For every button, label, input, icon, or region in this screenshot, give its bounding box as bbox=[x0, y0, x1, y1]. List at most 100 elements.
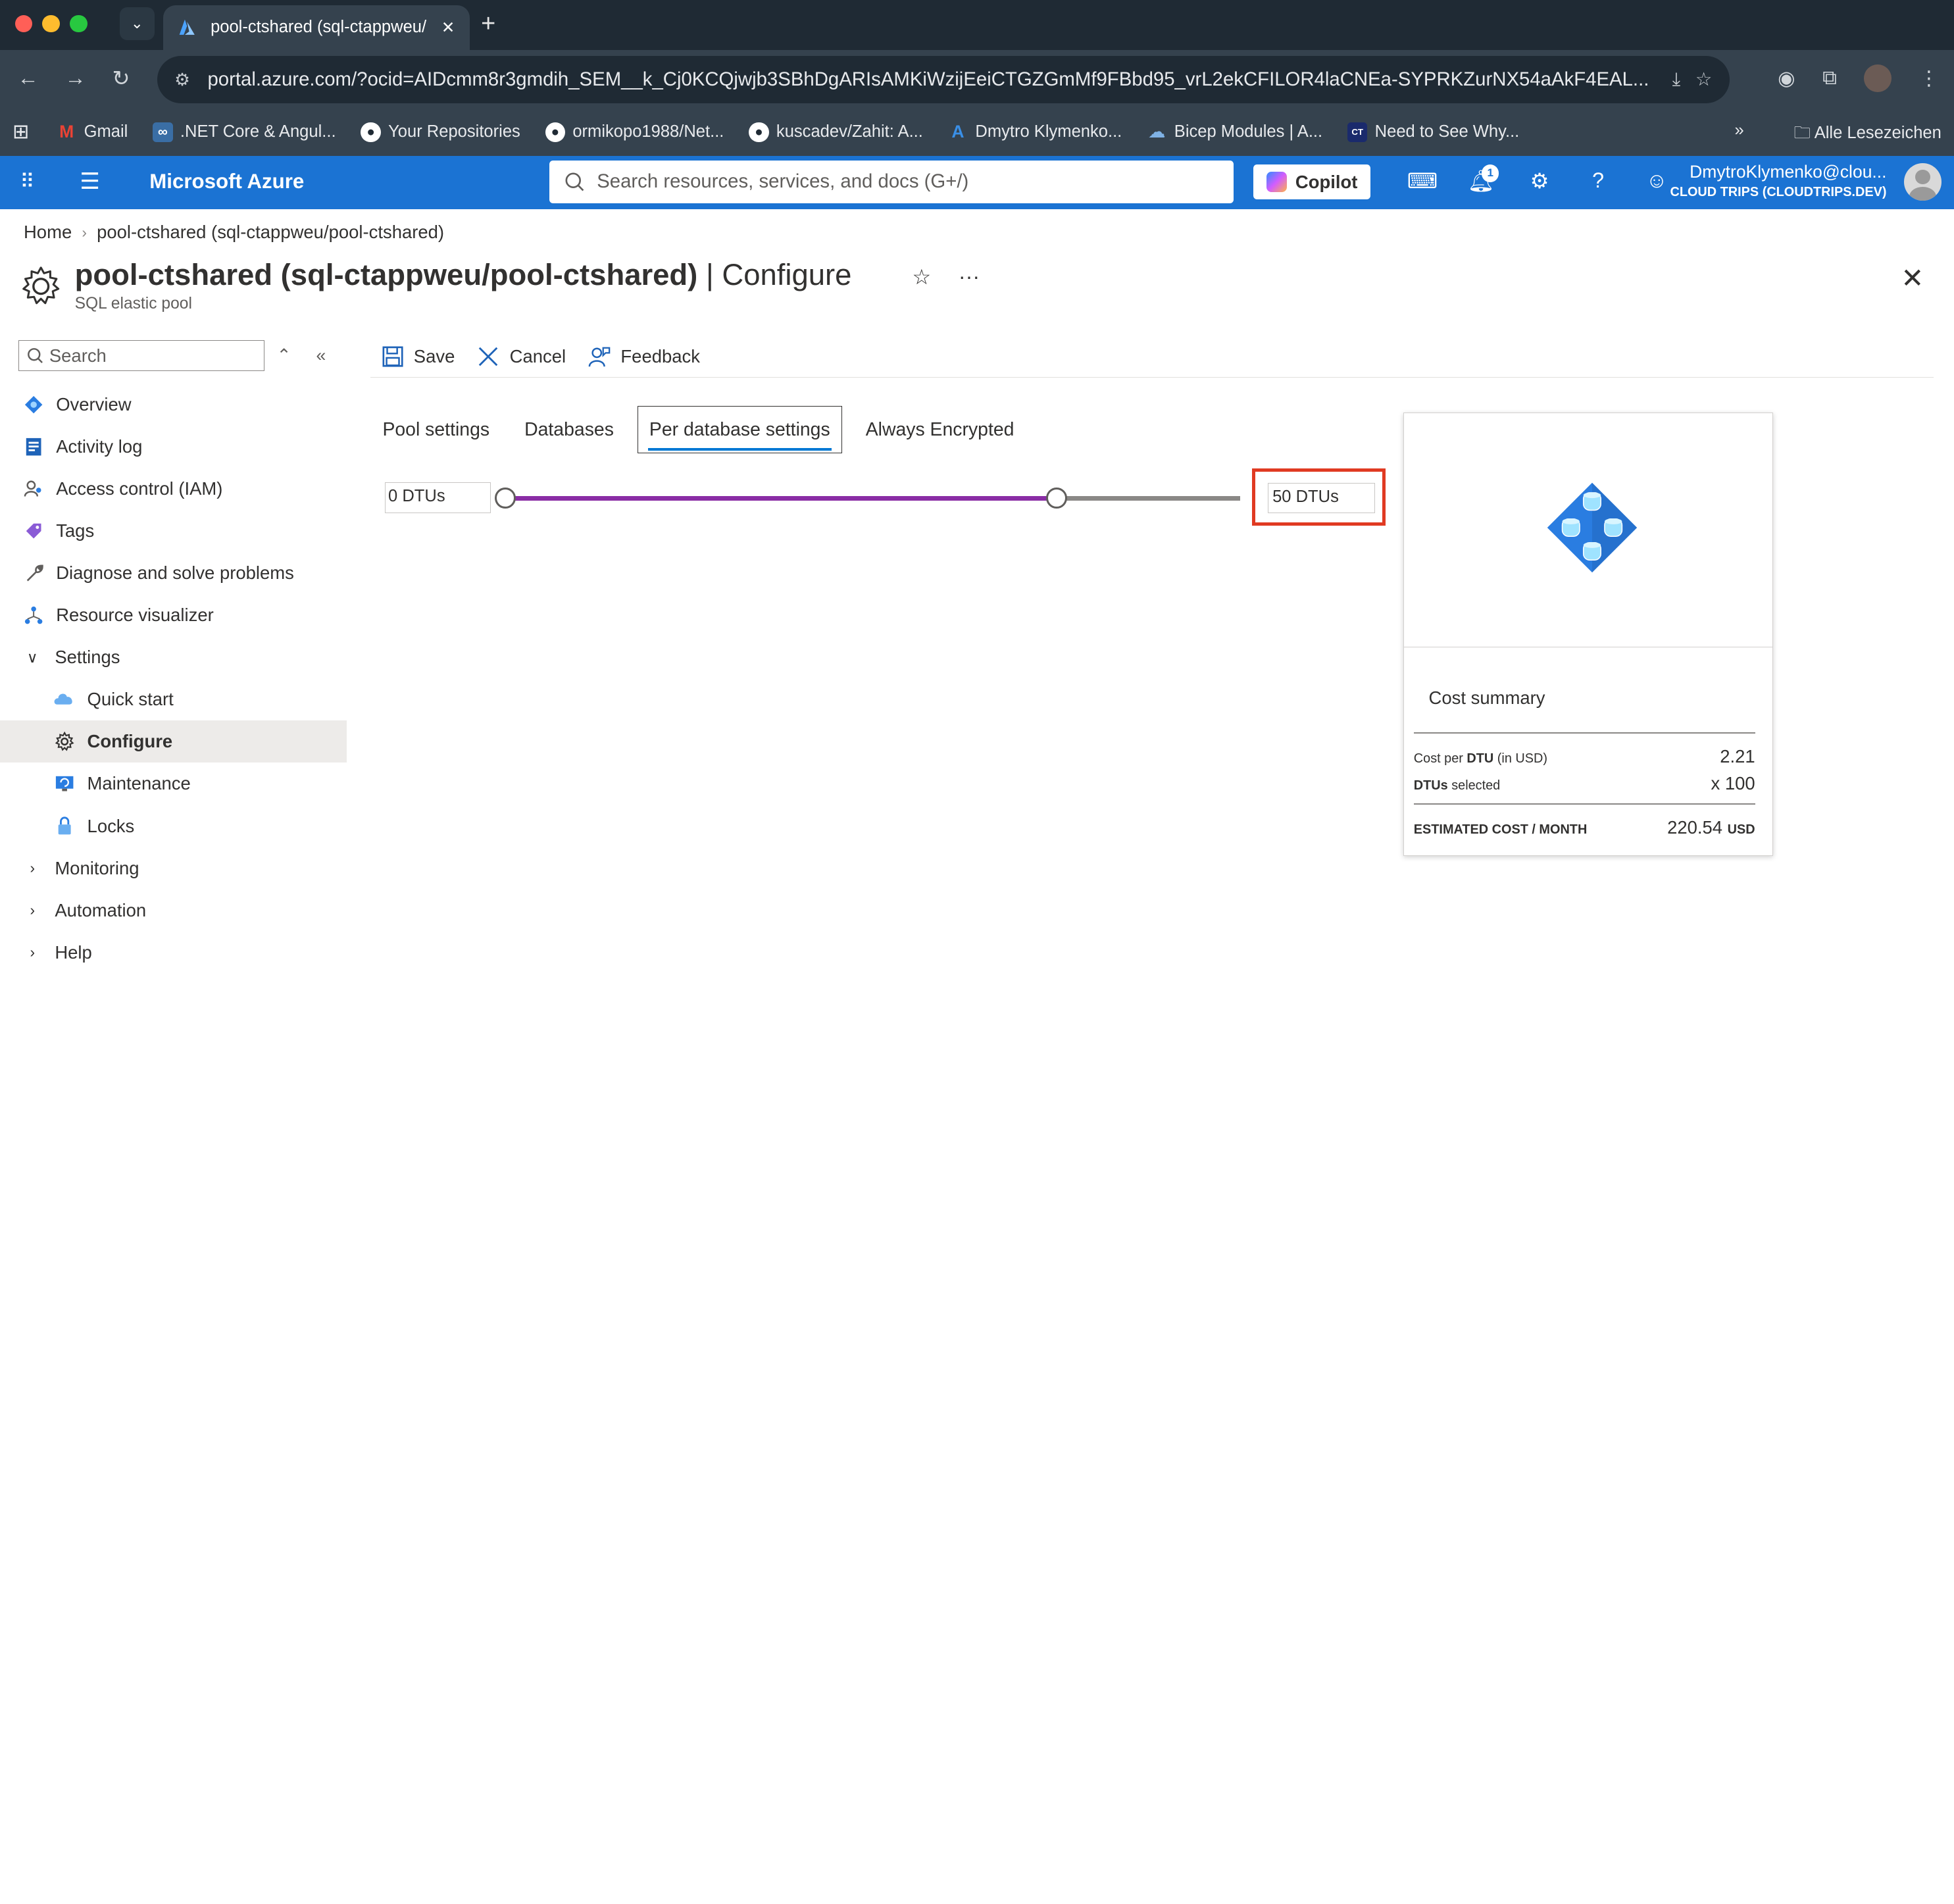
sidebar-item-quick-start[interactable]: Quick start bbox=[0, 678, 347, 720]
breadcrumb-current-link[interactable]: pool-ctshared (sql-ctappweu/pool-ctshare… bbox=[97, 222, 444, 243]
sidebar-item-iam[interactable]: Access control (IAM) bbox=[0, 468, 347, 510]
menu-tools: ⌃ « bbox=[276, 345, 326, 366]
cloud-shell-icon[interactable]: ⌨ bbox=[1393, 168, 1451, 193]
address-bar-row: ← → ↻ ⚙ portal.azure.com/?ocid=AIDcmm8r3… bbox=[0, 49, 1954, 109]
label-bold: DTU bbox=[1466, 751, 1494, 766]
back-icon[interactable]: ← bbox=[18, 66, 39, 90]
sidebar-item-resource-visualizer[interactable]: Resource visualizer bbox=[0, 594, 347, 636]
all-bookmarks-button[interactable]: 🗀 Alle Lesezeichen bbox=[1793, 121, 1941, 149]
sidebar-item-diagnose[interactable]: Diagnose and solve problems bbox=[0, 552, 347, 594]
copilot-label: Copilot bbox=[1295, 171, 1358, 192]
copilot-button[interactable]: Copilot bbox=[1253, 164, 1371, 200]
favorite-star-icon[interactable]: ☆ bbox=[912, 264, 931, 289]
collapse-menu-icon[interactable]: « bbox=[316, 345, 326, 366]
sidebar-item-maintenance[interactable]: Maintenance bbox=[0, 763, 347, 805]
sidebar-group-monitoring[interactable]: › Monitoring bbox=[0, 847, 347, 889]
label-text: selected bbox=[1447, 778, 1501, 793]
browser-menu-icon[interactable]: ⋮ bbox=[1919, 67, 1939, 90]
min-dtu-input[interactable]: 0 DTUs bbox=[385, 482, 491, 514]
bookmark-item[interactable]: ● kuscadev/Zahit: A... bbox=[749, 122, 923, 142]
window-controls bbox=[14, 14, 88, 33]
chevron-right-icon: › bbox=[30, 859, 36, 877]
extensions-puzzle-icon[interactable]: ⧉ bbox=[1822, 67, 1837, 90]
close-window-button[interactable] bbox=[14, 14, 33, 33]
bookmark-item[interactable]: ● Your Repositories bbox=[361, 122, 520, 142]
bookmark-label: Gmail bbox=[84, 122, 128, 141]
notifications-bell-icon[interactable]: 🔔︎ 1 bbox=[1452, 164, 1511, 193]
bookmark-item[interactable]: ∞ .NET Core & Angul... bbox=[153, 122, 336, 142]
close-blade-icon[interactable]: ✕ bbox=[1901, 262, 1924, 294]
bookmark-item[interactable]: ● ormikopo1988/Net... bbox=[545, 122, 724, 142]
sidebar-item-tags[interactable]: Tags bbox=[0, 510, 347, 552]
global-search-input[interactable]: Search resources, services, and docs (G+… bbox=[549, 161, 1234, 203]
minimize-window-button[interactable] bbox=[42, 14, 60, 33]
bookmark-item[interactable]: ☁ Bicep Modules | A... bbox=[1147, 122, 1322, 142]
azure-brand[interactable]: Microsoft Azure bbox=[149, 170, 304, 193]
more-options-icon[interactable]: ··· bbox=[959, 264, 980, 289]
tab-per-database-settings[interactable]: Per database settings bbox=[637, 406, 842, 454]
bookmark-item[interactable]: A Dmytro Klymenko... bbox=[948, 122, 1122, 142]
lock-icon bbox=[53, 814, 76, 837]
portal-menu-grid-icon[interactable]: ⠿ bbox=[20, 170, 34, 193]
tab-pool-settings[interactable]: Pool settings bbox=[371, 406, 501, 453]
forward-icon[interactable]: → bbox=[64, 66, 86, 90]
settings-gear-icon[interactable]: ⚙ bbox=[1511, 168, 1569, 193]
browser-profile-avatar[interactable] bbox=[1864, 64, 1892, 93]
hamburger-menu-icon[interactable]: ☰ bbox=[80, 168, 100, 195]
apps-grid-icon[interactable]: ⊞ bbox=[13, 120, 29, 143]
account-avatar[interactable] bbox=[1904, 163, 1941, 201]
page-subtitle: SQL elastic pool bbox=[74, 294, 192, 313]
install-app-icon[interactable]: ⤓ bbox=[1672, 69, 1681, 91]
bookmark-star-icon[interactable]: ☆ bbox=[1695, 68, 1712, 91]
tab-close-icon[interactable]: ✕ bbox=[441, 18, 455, 38]
label-bold: DTUs bbox=[1413, 778, 1448, 793]
feedback-button[interactable]: Feedback bbox=[588, 345, 700, 368]
help-icon[interactable]: ? bbox=[1569, 168, 1628, 193]
menu-search-input[interactable]: Search bbox=[18, 340, 264, 372]
header-icons: ⌨ 🔔︎ 1 ⚙ ? ☺ bbox=[1393, 164, 1686, 193]
sidebar-group-automation[interactable]: › Automation bbox=[0, 889, 347, 932]
max-dtu-highlight: 50 DTUs bbox=[1252, 468, 1386, 526]
new-tab-button[interactable]: + bbox=[481, 10, 495, 38]
url-field[interactable]: ⚙ portal.azure.com/?ocid=AIDcmm8r3gmdih_… bbox=[157, 56, 1730, 104]
dtu-range-slider[interactable] bbox=[494, 487, 1240, 509]
resource-name: pool-ctshared (sql-ctappweu/pool-ctshare… bbox=[74, 258, 698, 292]
overview-icon bbox=[22, 393, 45, 416]
github-icon: ● bbox=[749, 122, 769, 142]
extension-circle-icon[interactable]: ◉ bbox=[1778, 67, 1795, 90]
tab-databases[interactable]: Databases bbox=[513, 406, 625, 453]
reload-icon[interactable]: ↻ bbox=[112, 66, 130, 91]
tab-search-button[interactable]: ⌄ bbox=[119, 7, 155, 40]
sidebar-item-activity-log[interactable]: Activity log bbox=[0, 426, 347, 468]
tab-always-encrypted[interactable]: Always Encrypted bbox=[855, 406, 1026, 453]
site-info-icon[interactable]: ⚙ bbox=[174, 70, 190, 90]
sidebar-item-configure[interactable]: Configure bbox=[0, 720, 347, 763]
maximize-window-button[interactable] bbox=[70, 14, 88, 33]
sidebar-item-label: Activity log bbox=[56, 436, 143, 457]
account-name: DmytroKlymenko@clou... bbox=[1690, 162, 1887, 182]
max-dtu-input[interactable]: 50 DTUs bbox=[1268, 483, 1376, 513]
activity-log-icon bbox=[22, 436, 45, 458]
sidebar-item-locks[interactable]: Locks bbox=[0, 805, 347, 847]
sidebar-item-label: Automation bbox=[55, 899, 147, 920]
expand-collapse-icon[interactable]: ⌃ bbox=[276, 345, 291, 366]
save-button[interactable]: Save bbox=[382, 345, 455, 368]
cost-divider bbox=[1413, 732, 1755, 734]
sidebar-item-label: Overview bbox=[56, 394, 132, 415]
breadcrumb-home-link[interactable]: Home bbox=[24, 222, 72, 243]
maintenance-icon bbox=[53, 772, 76, 795]
sidebar-group-help[interactable]: › Help bbox=[0, 932, 347, 974]
slider-max-handle[interactable] bbox=[1046, 487, 1068, 509]
cancel-button[interactable]: Cancel bbox=[477, 345, 566, 368]
configure-tabs: Pool settings Databases Per database set… bbox=[371, 405, 1038, 455]
more-bookmarks-icon[interactable]: » bbox=[1734, 121, 1743, 149]
browser-tab-active[interactable]: pool-ctshared (sql-ctappweu/ ✕ bbox=[163, 5, 470, 50]
bookmark-item[interactable]: CT Need to See Why... bbox=[1347, 122, 1519, 142]
bookmark-item[interactable]: M Gmail bbox=[57, 122, 128, 142]
sidebar-group-settings[interactable]: ∨ Settings bbox=[0, 636, 347, 678]
slider-min-handle[interactable] bbox=[494, 487, 516, 509]
sidebar-item-overview[interactable]: Overview bbox=[0, 384, 347, 426]
slider-selected-range bbox=[505, 495, 1057, 501]
cost-per-dtu-label: Cost per DTU (in USD) bbox=[1414, 751, 1547, 766]
account-info[interactable]: DmytroKlymenko@clou... CLOUD TRIPS (CLOU… bbox=[1670, 162, 1886, 200]
